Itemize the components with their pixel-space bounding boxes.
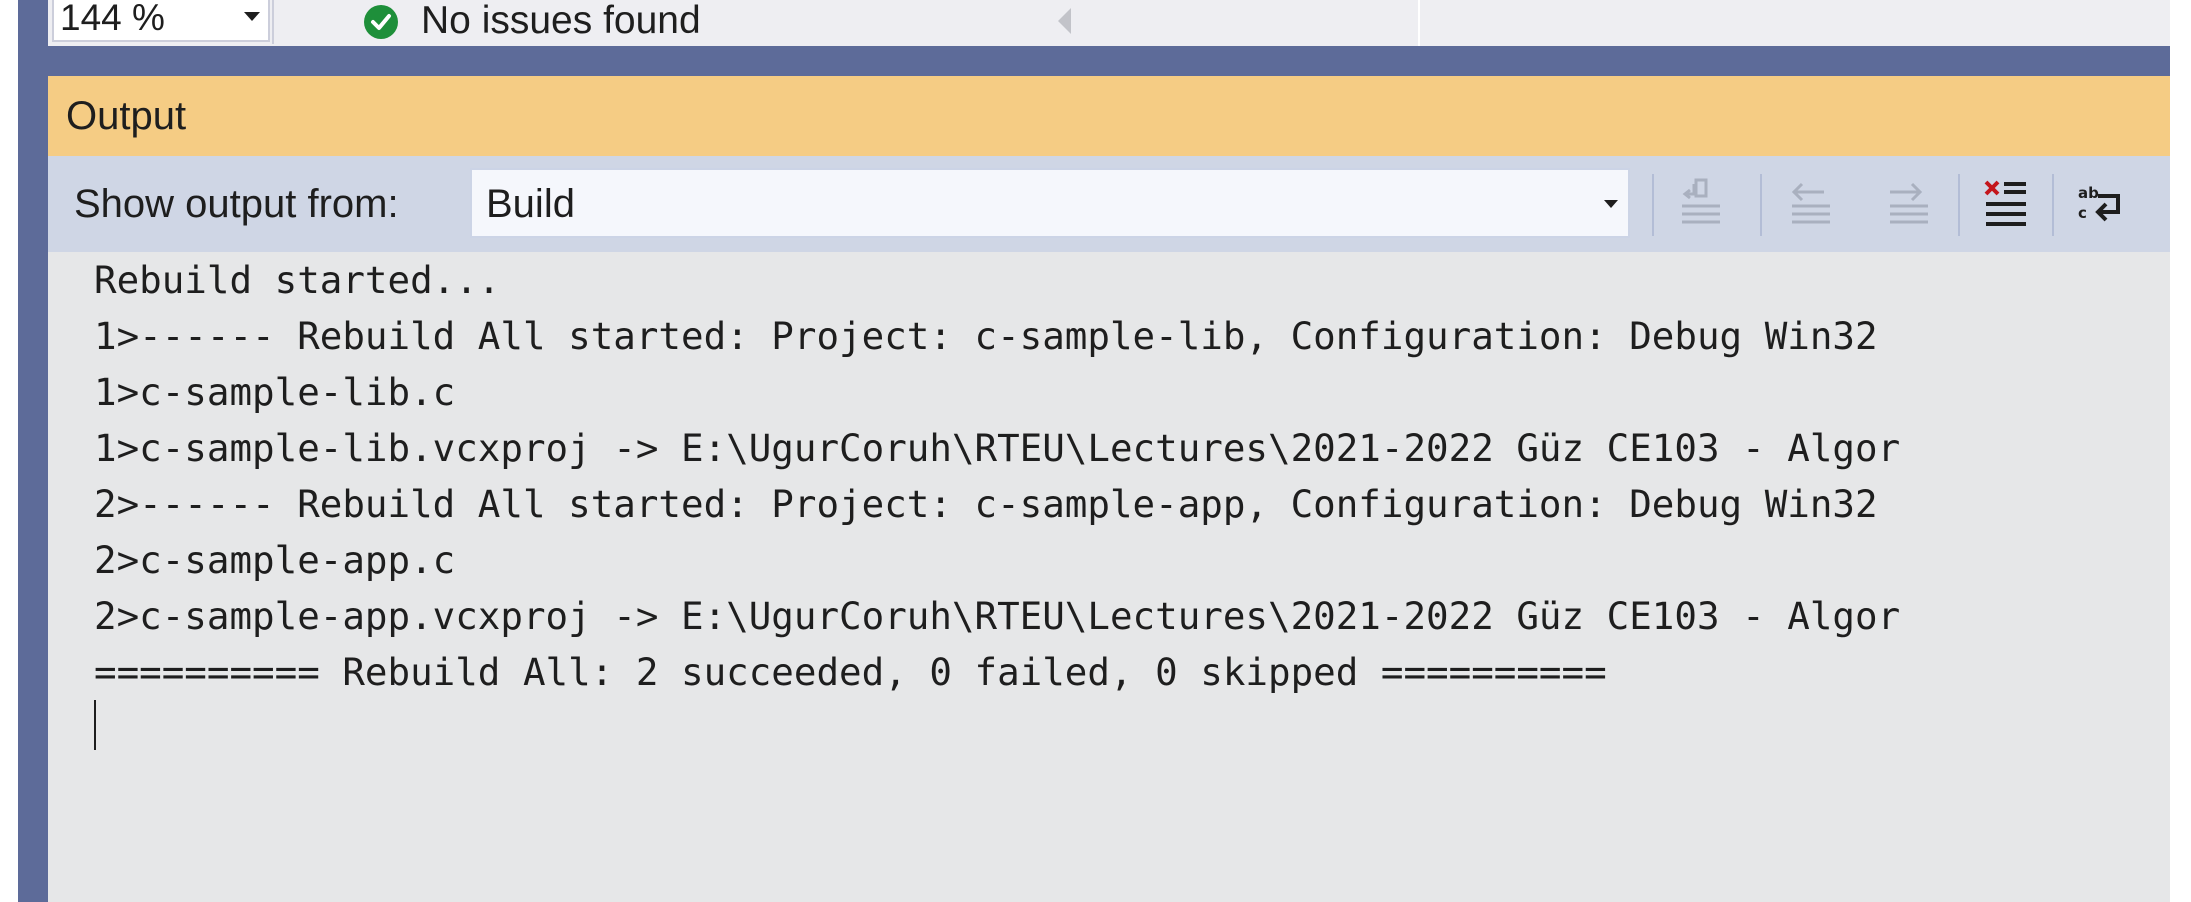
window-frame-left <box>18 0 48 902</box>
text-caret <box>94 700 96 750</box>
toolbar-separator <box>1958 174 1960 236</box>
find-message-in-code-icon <box>1682 178 1720 224</box>
output-line: ========== Rebuild All: 2 succeeded, 0 f… <box>94 650 1607 694</box>
panel-splitter[interactable] <box>48 46 2170 76</box>
chevron-down-icon[interactable] <box>244 12 260 21</box>
output-line: 1>c-sample-lib.c <box>94 370 456 414</box>
divider <box>272 0 274 44</box>
toggle-word-wrap-icon: ab c <box>2078 184 2120 222</box>
go-to-next-message-icon <box>1890 182 1928 224</box>
svg-text:ab: ab <box>2078 184 2099 202</box>
clear-all-button[interactable] <box>1976 170 2038 236</box>
output-line: 2>c-sample-app.c <box>94 538 456 582</box>
go-to-previous-message-button[interactable] <box>1780 170 1842 236</box>
output-source-dropdown[interactable]: Build <box>470 168 1630 238</box>
chevron-down-icon[interactable] <box>1604 200 1618 208</box>
svg-text:c: c <box>2078 204 2087 222</box>
output-text-area[interactable]: Rebuild started... 1>------ Rebuild All … <box>48 252 2170 902</box>
toolbar-separator <box>1652 174 1654 236</box>
output-line: 1>c-sample-lib.vcxproj -> E:\UgurCoruh\R… <box>94 426 1901 470</box>
window-frame-right <box>2170 0 2191 902</box>
find-message-in-code-button[interactable] <box>1670 170 1732 236</box>
output-panel-title-bar[interactable]: Output <box>48 76 2170 156</box>
output-source-value: Build <box>486 182 575 226</box>
zoom-dropdown[interactable]: 144 % <box>52 0 270 42</box>
clear-all-icon <box>1984 180 2026 226</box>
editor-status-bar: 144 % No issues found <box>48 0 2170 46</box>
go-to-next-message-button[interactable] <box>1878 170 1940 236</box>
show-output-from-label: Show output from: <box>74 182 399 226</box>
output-toolbar: Show output from: Build ab c <box>48 156 2170 252</box>
horizontal-scrollbar[interactable] <box>1420 0 2170 46</box>
toolbar-separator <box>2052 174 2054 236</box>
go-to-previous-message-icon <box>1791 182 1830 224</box>
ide-window: 144 % No issues found Output Show output… <box>0 0 2191 902</box>
output-line: 2>------ Rebuild All started: Project: c… <box>94 482 1878 526</box>
output-line: 2>c-sample-app.vcxproj -> E:\UgurCoruh\R… <box>94 594 1901 638</box>
toolbar-separator <box>1760 174 1762 236</box>
output-lines: Rebuild started... 1>------ Rebuild All … <box>94 252 1900 700</box>
check-circle-icon <box>364 5 398 39</box>
issues-status-text[interactable]: No issues found <box>421 0 701 44</box>
output-line: 1>------ Rebuild All started: Project: c… <box>94 314 1878 358</box>
zoom-value: 144 % <box>60 0 165 38</box>
scroll-left-arrow-icon[interactable] <box>1058 8 1071 34</box>
panel-title: Output <box>66 94 187 138</box>
output-line: Rebuild started... <box>94 258 501 302</box>
toggle-word-wrap-button[interactable]: ab c <box>2068 170 2130 236</box>
